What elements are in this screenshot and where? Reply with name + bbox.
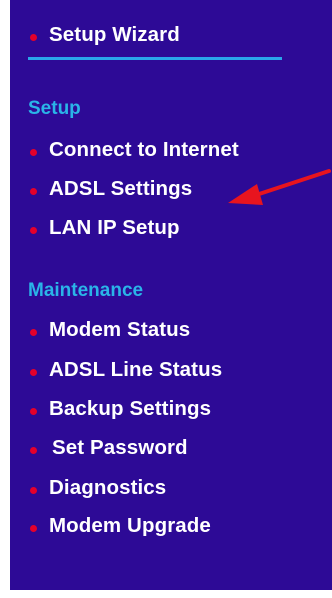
menu-item-modem-upgrade[interactable]: Modem Upgrade — [10, 511, 211, 541]
bullet-icon — [30, 33, 37, 41]
menu-item-label: ADSL Settings — [49, 177, 193, 200]
menu-item-lan-ip-setup[interactable]: LAN IP Setup — [10, 213, 180, 243]
menu-divider — [28, 57, 282, 60]
menu-item-connect-to-internet[interactable]: Connect to Internet — [10, 135, 239, 165]
section-heading-maintenance: Maintenance — [28, 280, 144, 301]
bullet-icon — [30, 187, 37, 195]
menu-item-modem-status[interactable]: Modem Status — [10, 315, 190, 345]
navigation-sidebar: Setup Wizard Setup Connect to Internet A… — [10, 0, 332, 590]
menu-item-diagnostics[interactable]: Diagnostics — [10, 473, 166, 503]
menu-item-label: ADSL Line Status — [49, 358, 223, 381]
bullet-icon — [30, 446, 37, 454]
bullet-icon — [30, 148, 37, 156]
menu-item-backup-settings[interactable]: Backup Settings — [10, 394, 211, 424]
menu-item-label: Connect to Internet — [49, 138, 239, 161]
menu-item-label: Modem Status — [49, 318, 191, 341]
menu-item-label: Set Password — [52, 436, 188, 459]
menu-item-set-password[interactable]: Set Password — [10, 433, 188, 463]
menu-item-adsl-settings[interactable]: ADSL Settings — [10, 174, 192, 204]
menu-item-label: Modem Upgrade — [49, 514, 211, 537]
menu-item-label: LAN IP Setup — [49, 216, 180, 239]
section-heading-setup: Setup — [28, 98, 81, 119]
menu-item-setup-wizard[interactable]: Setup Wizard — [10, 20, 180, 50]
bullet-icon — [30, 328, 37, 336]
menu-item-label: Backup Settings — [49, 397, 212, 420]
menu-item-label: Diagnostics — [49, 476, 167, 499]
bullet-icon — [30, 524, 37, 532]
bullet-icon — [30, 486, 37, 494]
bullet-icon — [30, 226, 37, 234]
menu-item-label: Setup Wizard — [49, 23, 180, 46]
bullet-icon — [30, 368, 37, 376]
red-arrow-icon — [228, 169, 331, 205]
menu-item-adsl-line-status[interactable]: ADSL Line Status — [10, 355, 222, 385]
bullet-icon — [30, 407, 37, 415]
page-frame: Setup Wizard Setup Connect to Internet A… — [0, 0, 332, 598]
